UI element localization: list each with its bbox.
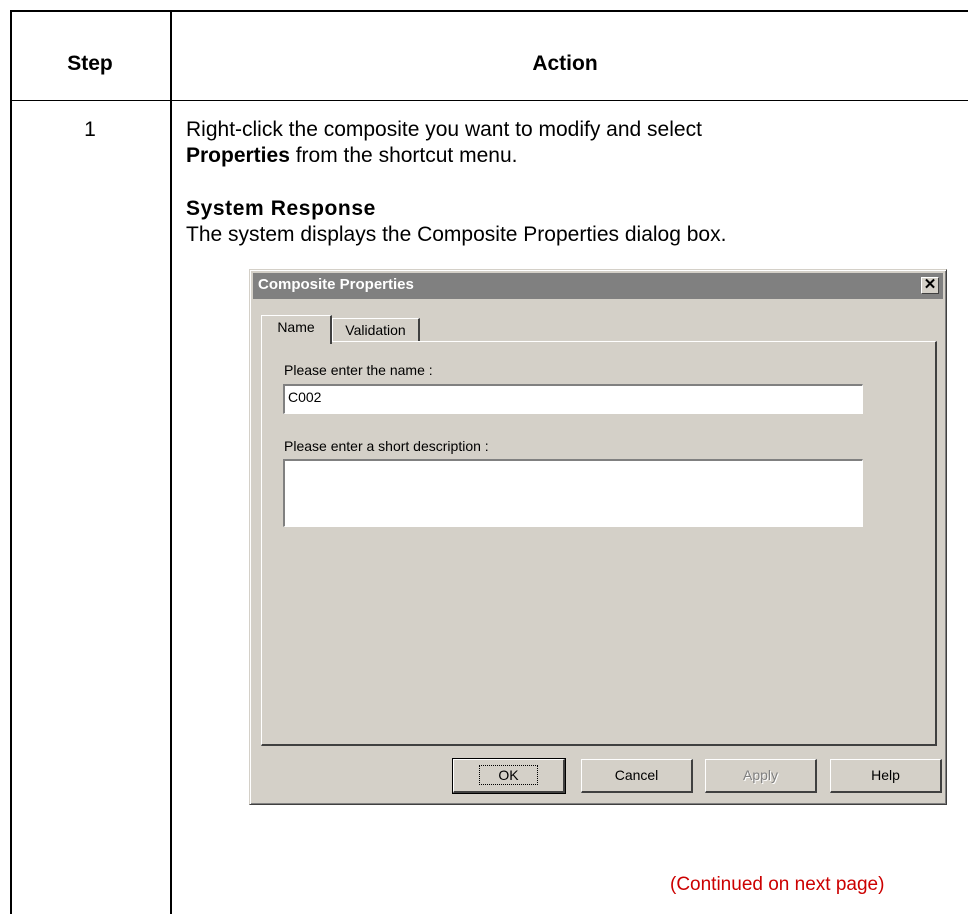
- apply-button[interactable]: Apply: [705, 759, 817, 793]
- close-icon[interactable]: ✕: [921, 277, 939, 294]
- system-response-text: The system displays the Composite Proper…: [186, 223, 727, 246]
- name-input[interactable]: C002: [283, 384, 863, 414]
- step-number: 1: [84, 118, 96, 141]
- cancel-button[interactable]: Cancel: [581, 759, 693, 793]
- table-border-left: [10, 10, 12, 914]
- tab-validation[interactable]: Validation: [332, 318, 420, 342]
- table-border-top: [10, 10, 968, 12]
- table-header-divider: [10, 100, 968, 101]
- help-button[interactable]: Help: [830, 759, 942, 793]
- composite-properties-dialog: Composite Properties ✕ Name Validation P…: [249, 269, 947, 805]
- system-response-heading: System Response: [186, 197, 376, 220]
- ok-button[interactable]: OK: [452, 758, 566, 794]
- name-label: Please enter the name :: [284, 362, 433, 378]
- dialog-title: Composite Properties: [258, 276, 414, 293]
- instruction-text: Right-click the composite you want to mo…: [186, 117, 946, 169]
- header-step: Step: [67, 52, 113, 75]
- continued-note: (Continued on next page): [670, 874, 885, 895]
- table-column-divider: [170, 10, 172, 914]
- description-input[interactable]: [283, 459, 863, 527]
- instruction-bold: Properties: [186, 144, 290, 167]
- description-label: Please enter a short description :: [284, 438, 489, 454]
- tab-name[interactable]: Name: [261, 315, 332, 344]
- header-action: Action: [532, 52, 598, 75]
- instruction-pre: Right-click the composite you want to mo…: [186, 118, 702, 141]
- ok-button-label: OK: [479, 765, 538, 785]
- dialog-titlebar: Composite Properties ✕: [253, 273, 943, 299]
- instruction-post: from the shortcut menu.: [289, 144, 518, 167]
